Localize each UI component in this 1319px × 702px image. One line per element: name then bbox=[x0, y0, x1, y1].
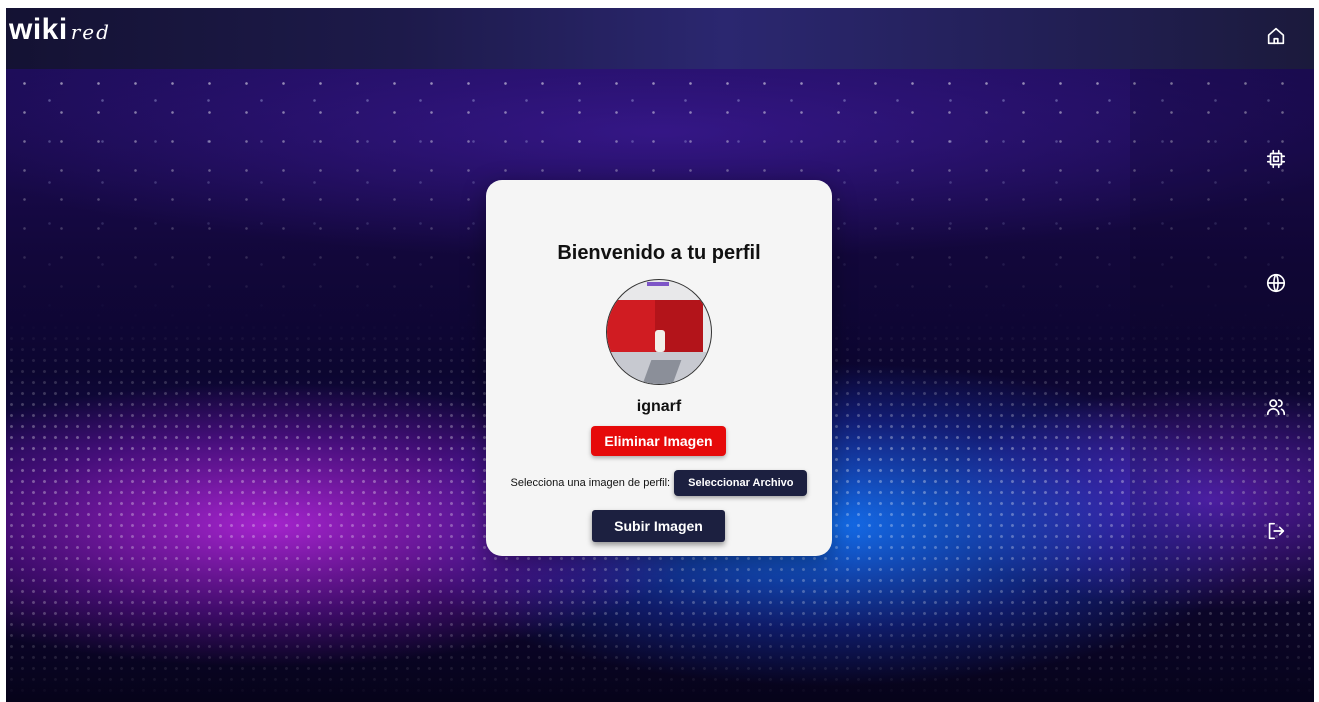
select-file-button[interactable]: Seleccionar Archivo bbox=[674, 470, 808, 496]
logo-sub: red bbox=[70, 20, 111, 44]
globe-icon[interactable] bbox=[1264, 271, 1288, 295]
cpu-icon[interactable] bbox=[1264, 147, 1288, 171]
avatar bbox=[606, 279, 712, 385]
username: ignarf bbox=[636, 398, 682, 415]
avatar-topbar bbox=[647, 282, 669, 286]
top-header: wiki red bbox=[6, 8, 1314, 69]
avatar-wall-left bbox=[607, 300, 655, 360]
delete-image-button[interactable]: Eliminar Imagen bbox=[591, 426, 726, 456]
upload-image-button[interactable]: Subir Imagen bbox=[592, 510, 725, 542]
home-icon[interactable] bbox=[1264, 24, 1288, 48]
file-select-row: Selecciona una imagen de perfil: Selecci… bbox=[486, 470, 832, 496]
logo[interactable]: wiki red bbox=[9, 13, 111, 47]
profile-card: Bienvenido a tu perfil ignarf Eliminar I… bbox=[486, 180, 832, 556]
page-title: Bienvenido a tu perfil bbox=[557, 242, 761, 264]
users-icon[interactable] bbox=[1264, 395, 1288, 419]
avatar-figure bbox=[655, 330, 665, 352]
file-prompt-label: Selecciona una imagen de perfil: bbox=[510, 477, 671, 489]
logo-main: wiki bbox=[9, 13, 68, 46]
app-window: wiki red Bienvenido a tu perfil ignarf E… bbox=[6, 8, 1314, 702]
logout-icon[interactable] bbox=[1264, 519, 1288, 543]
